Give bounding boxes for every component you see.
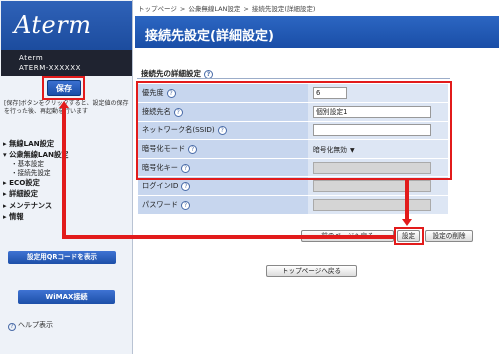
sidebar-item-connection-settings[interactable]: ・接続先設定	[3, 169, 129, 178]
sidebar-item-info[interactable]: ▸ 情報	[3, 211, 129, 222]
back-to-top-button[interactable]: トップページへ戻る	[266, 265, 357, 277]
annotation-save-highlight	[42, 76, 85, 100]
sidebar-item-maintenance[interactable]: ▸ メンテナンス	[3, 200, 129, 211]
sidebar-item-public-wlan[interactable]: ▾ 公衆無線LAN設定	[3, 149, 129, 160]
sidebar-item-wireless-lan[interactable]: ▸ 無線LAN設定	[3, 138, 129, 149]
section-divider	[137, 78, 450, 79]
annotation-arrow-down	[405, 180, 409, 220]
delete-settings-button[interactable]: 設定の削除	[425, 230, 473, 242]
device-info: Aterm ATERM-XXXXXX	[1, 50, 132, 76]
wimax-connect-button[interactable]: WiMAX接続	[18, 290, 115, 304]
annotation-set-highlight	[394, 227, 424, 245]
help-icon[interactable]: ?	[180, 200, 190, 210]
password-label: パスワード	[142, 199, 178, 209]
breadcrumb-public-wlan[interactable]: 公衆無線LAN設定	[188, 5, 240, 13]
annotation-arrow-horizontal	[62, 235, 394, 239]
login-id-label: ログインID	[142, 181, 179, 191]
sidebar-item-basic-settings[interactable]: ・基本設定	[3, 160, 129, 169]
page-title: 接続先設定(詳細設定)	[135, 16, 499, 48]
sidebar-item-advanced[interactable]: ▸ 詳細設定	[3, 188, 129, 199]
breadcrumb-top[interactable]: トップページ	[138, 5, 177, 13]
annotation-arrowhead-up	[59, 101, 69, 108]
sidebar: Aterm Aterm ATERM-XXXXXX 保存 [保存]ボタンをクリック…	[0, 0, 133, 354]
help-icon[interactable]: ?	[181, 182, 191, 192]
breadcrumb-current: 接続先設定(詳細設定)	[251, 5, 316, 13]
device-model: ATERM-XXXXXX	[19, 64, 81, 72]
sidebar-item-eco[interactable]: ▸ ECO設定	[3, 177, 129, 188]
annotation-arrowhead-down	[402, 219, 412, 226]
help-link[interactable]: ? ヘルプ表示	[8, 320, 53, 331]
aterm-logo: Aterm	[1, 1, 132, 50]
annotation-form-highlight	[136, 81, 452, 180]
form-row-password: パスワード?	[138, 195, 448, 215]
show-qr-button[interactable]: 設定用QRコードを表示	[8, 251, 116, 264]
device-name: Aterm	[19, 54, 44, 62]
login-id-input	[313, 180, 431, 193]
breadcrumb: トップページ > 公衆無線LAN設定 > 接続先設定(詳細設定)	[138, 5, 316, 13]
sidebar-nav: ▸ 無線LAN設定 ▾ 公衆無線LAN設定 ・基本設定 ・接続先設定 ▸ ECO…	[3, 138, 129, 222]
annotation-arrow-vertical	[62, 108, 66, 239]
help-icon: ?	[8, 323, 16, 331]
password-input	[313, 198, 431, 211]
